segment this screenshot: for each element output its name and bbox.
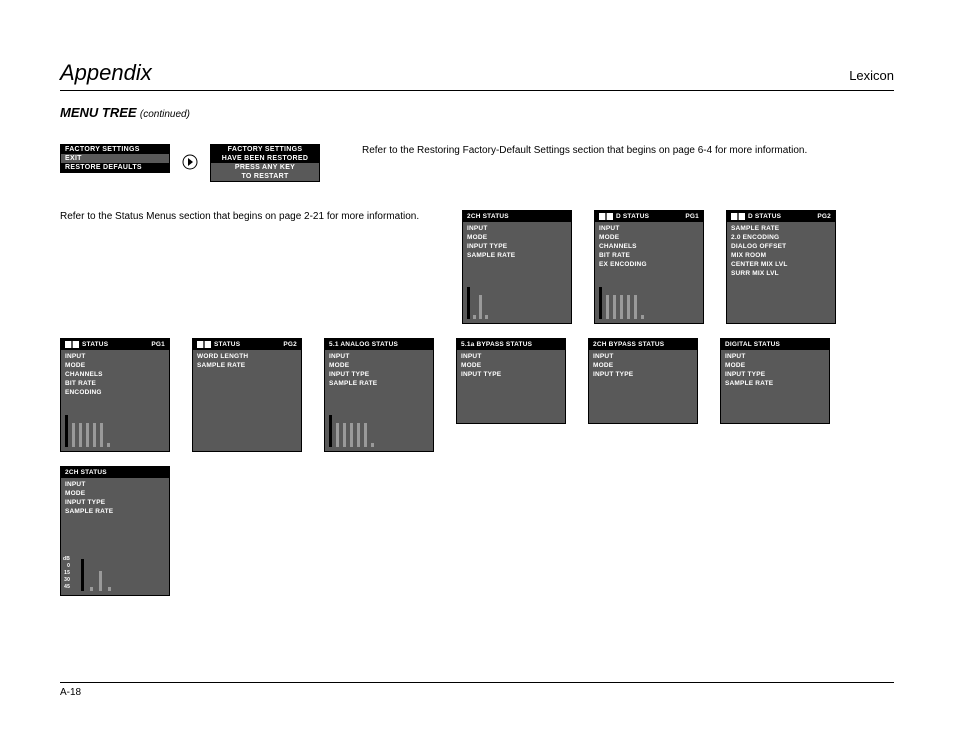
menu-row: PRESS ANY KEY <box>211 163 319 172</box>
panel-line: MODE <box>461 361 561 370</box>
dolby-icon <box>599 213 613 220</box>
panel-line: DIALOG OFFSET <box>731 242 831 251</box>
panel-line: EX ENCODING <box>599 260 699 269</box>
status-panel-2ch: 2CH STATUS INPUT MODE INPUT TYPE SAMPLE … <box>462 210 572 324</box>
arrow-right-icon <box>182 154 198 175</box>
status-panel-2ch-scale: 2CH STATUS INPUT MODE INPUT TYPE SAMPLE … <box>60 466 170 596</box>
status-note: Refer to the Status Menus section that b… <box>60 210 440 224</box>
panel-line: MODE <box>725 361 825 370</box>
status-row-2: STATUS PG1 INPUT MODE CHANNELS BIT RATE E… <box>60 338 894 452</box>
panel-line: SAMPLE RATE <box>65 507 165 516</box>
status-panel-dts-pg2: STATUS PG2 WORD LENGTH SAMPLE RATE <box>192 338 302 452</box>
menu-row: RESTORE DEFAULTS <box>61 163 169 172</box>
status-row-1: Refer to the Status Menus section that b… <box>60 210 894 324</box>
panel-title: STATUS <box>82 341 108 348</box>
panel-line: MODE <box>65 361 165 370</box>
page-number: A-18 <box>60 687 81 698</box>
factory-row: FACTORY SETTINGS EXIT RESTORE DEFAULTS F… <box>60 144 894 182</box>
panel-title: 5.1a BYPASS STATUS <box>461 341 532 348</box>
status-row-3: 2CH STATUS INPUT MODE INPUT TYPE SAMPLE … <box>60 466 894 596</box>
panel-line: SURR MIX LVL <box>731 269 831 278</box>
panel-line: INPUT <box>329 352 429 361</box>
panel-line: CHANNELS <box>599 242 699 251</box>
menu-row: TO RESTART <box>211 172 319 181</box>
panel-line: MODE <box>593 361 693 370</box>
level-bars <box>329 415 374 447</box>
panel-line: MODE <box>65 489 165 498</box>
level-bars <box>81 559 111 591</box>
panel-line: INPUT <box>467 224 567 233</box>
status-panel-d-pg1: D STATUS PG1 INPUT MODE CHANNELS BIT RATE… <box>594 210 704 324</box>
panel-line: 2.0 ENCODING <box>731 233 831 242</box>
db-scale: dB 0 15 30 45 <box>63 556 70 591</box>
panel-line: SAMPLE RATE <box>467 251 567 260</box>
panel-line: MODE <box>599 233 699 242</box>
level-bars <box>599 287 644 319</box>
panel-line: SAMPLE RATE <box>329 379 429 388</box>
appendix-title: Appendix <box>60 60 152 86</box>
status-panel-dts-pg1: STATUS PG1 INPUT MODE CHANNELS BIT RATE E… <box>60 338 170 452</box>
panel-line: MIX ROOM <box>731 251 831 260</box>
status-panel-digital: DIGITAL STATUS INPUT MODE INPUT TYPE SAM… <box>720 338 830 424</box>
factory-note: Refer to the Restoring Factory-Default S… <box>332 144 894 158</box>
panel-page: PG1 <box>685 213 699 220</box>
menu-row: FACTORY SETTINGS <box>211 145 319 154</box>
panel-line: INPUT <box>593 352 693 361</box>
panel-line: INPUT <box>461 352 561 361</box>
panel-line: INPUT TYPE <box>65 498 165 507</box>
panel-line: BIT RATE <box>65 379 165 388</box>
page-header: Appendix Lexicon <box>60 60 894 91</box>
panel-title: 2CH BYPASS STATUS <box>593 341 664 348</box>
panel-line: SAMPLE RATE <box>731 224 831 233</box>
panel-title: D STATUS <box>748 213 781 220</box>
brand-name: Lexicon <box>849 68 894 83</box>
panel-line: INPUT TYPE <box>329 370 429 379</box>
panel-line: ENCODING <box>65 388 165 397</box>
panel-line: INPUT TYPE <box>725 370 825 379</box>
level-bars <box>467 287 488 319</box>
panel-line: MODE <box>467 233 567 242</box>
panel-page: PG2 <box>817 213 831 220</box>
factory-settings-menu: FACTORY SETTINGS EXIT RESTORE DEFAULTS <box>60 144 170 173</box>
menu-row: HAVE BEEN RESTORED <box>211 154 319 163</box>
continued-label: (continued) <box>140 109 190 120</box>
panel-line: BIT RATE <box>599 251 699 260</box>
dts-icon <box>197 341 211 348</box>
panel-title: DIGITAL STATUS <box>725 341 780 348</box>
status-panel-2ch-bypass: 2CH BYPASS STATUS INPUT MODE INPUT TYPE <box>588 338 698 424</box>
menu-row: FACTORY SETTINGS <box>61 145 169 154</box>
factory-restored-menu: FACTORY SETTINGS HAVE BEEN RESTORED PRES… <box>210 144 320 182</box>
panel-line: CHANNELS <box>65 370 165 379</box>
panel-line: WORD LENGTH <box>197 352 297 361</box>
panel-line: INPUT TYPE <box>593 370 693 379</box>
page-footer: A-18 <box>60 682 894 698</box>
panel-line: INPUT TYPE <box>467 242 567 251</box>
section-subtitle: MENU TREE (continued) <box>60 105 894 120</box>
panel-line: INPUT <box>725 352 825 361</box>
panel-line: INPUT <box>65 352 165 361</box>
dts-icon <box>65 341 79 348</box>
level-bars <box>65 415 110 447</box>
panel-title: 5.1 ANALOG STATUS <box>329 341 398 348</box>
status-panel-51analog: 5.1 ANALOG STATUS INPUT MODE INPUT TYPE … <box>324 338 434 452</box>
panel-page: PG2 <box>283 341 297 348</box>
panel-title: 2CH STATUS <box>65 469 107 476</box>
panel-line: SAMPLE RATE <box>725 379 825 388</box>
panel-title: 2CH STATUS <box>467 213 509 220</box>
panel-line: INPUT TYPE <box>461 370 561 379</box>
panel-line: INPUT <box>599 224 699 233</box>
panel-page: PG1 <box>151 341 165 348</box>
status-panel-d-pg2: D STATUS PG2 SAMPLE RATE 2.0 ENCODING DIA… <box>726 210 836 324</box>
panel-title: D STATUS <box>616 213 649 220</box>
panel-line: SAMPLE RATE <box>197 361 297 370</box>
menu-tree-label: MENU TREE <box>60 105 137 120</box>
dolby-icon <box>731 213 745 220</box>
status-panel-51a-bypass: 5.1a BYPASS STATUS INPUT MODE INPUT TYPE <box>456 338 566 424</box>
panel-line: MODE <box>329 361 429 370</box>
panel-title: STATUS <box>214 341 240 348</box>
menu-row: EXIT <box>61 154 169 163</box>
panel-line: CENTER MIX LVL <box>731 260 831 269</box>
panel-line: INPUT <box>65 480 165 489</box>
